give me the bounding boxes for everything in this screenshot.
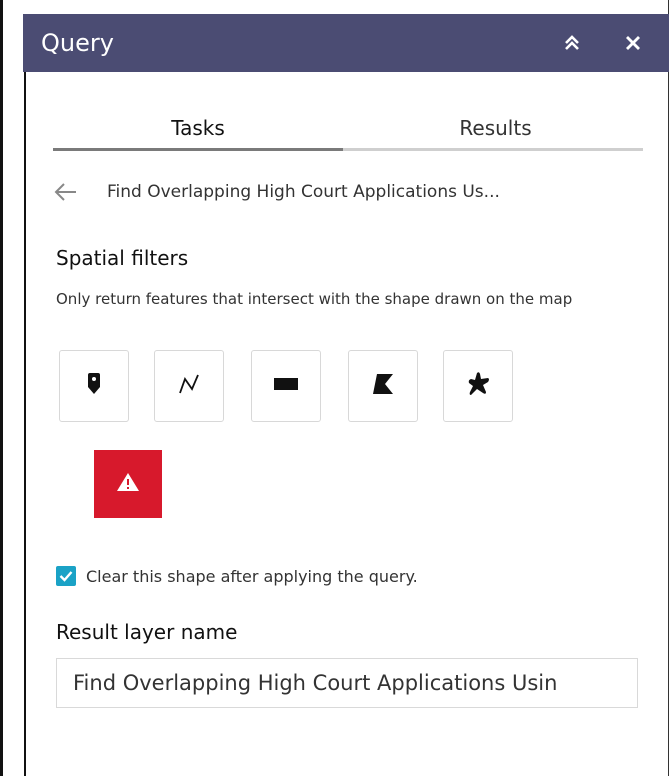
arrow-left-icon[interactable] — [53, 179, 79, 205]
clear-shape-option: Clear this shape after applying the quer… — [56, 566, 418, 586]
panel-title: Query — [41, 29, 114, 57]
map-pin-icon — [86, 373, 102, 399]
tab-tasks[interactable]: Tasks — [53, 108, 343, 148]
task-breadcrumb: Find Overlapping High Court Applications… — [53, 172, 643, 212]
freehand-polygon-tool-button[interactable] — [443, 350, 513, 422]
warning-icon — [116, 472, 140, 496]
tab-active-indicator — [53, 148, 343, 151]
clear-shape-checkbox[interactable] — [56, 566, 76, 586]
freehand-polygon-icon — [464, 370, 492, 402]
spatial-filters-description: Only return features that intersect with… — [56, 290, 573, 308]
polyline-tool-button[interactable] — [154, 350, 224, 422]
clear-shape-label: Clear this shape after applying the quer… — [86, 566, 418, 586]
double-chevron-up-icon[interactable] — [558, 28, 586, 58]
spatial-filters-title: Spatial filters — [56, 246, 189, 270]
tab-results[interactable]: Results — [348, 108, 643, 148]
polygon-icon — [369, 370, 397, 402]
query-panel: Query Tasks Results Find Overlapping Hig… — [0, 0, 669, 776]
tab-bar: Tasks Results — [53, 108, 643, 152]
warning-button[interactable] — [94, 450, 162, 518]
polyline-icon — [176, 371, 202, 401]
checkmark-icon — [59, 571, 73, 582]
panel-header: Query — [23, 14, 669, 72]
rectangle-icon — [272, 376, 300, 396]
result-layer-label: Result layer name — [56, 620, 238, 644]
point-tool-button[interactable] — [59, 350, 129, 422]
rectangle-tool-button[interactable] — [251, 350, 321, 422]
result-layer-name-input[interactable] — [56, 658, 638, 708]
panel-border — [24, 72, 26, 776]
polygon-tool-button[interactable] — [348, 350, 418, 422]
close-icon[interactable] — [619, 28, 647, 58]
task-name: Find Overlapping High Court Applications… — [107, 182, 500, 202]
